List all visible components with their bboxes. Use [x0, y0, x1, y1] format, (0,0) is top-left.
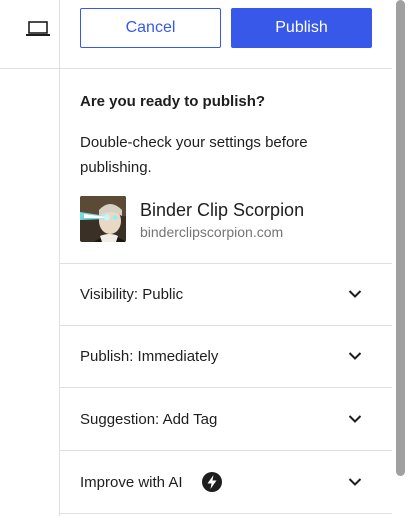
site-avatar	[80, 196, 126, 242]
panel-row-publish-time[interactable]: Publish: Immediately	[60, 326, 393, 388]
publish-button[interactable]: Publish	[231, 8, 372, 48]
editor-strip	[0, 0, 59, 516]
editor-toolbar	[0, 0, 59, 69]
chevron-down-icon	[348, 352, 362, 360]
publish-screen: Cancel Publish Are you ready to publish?…	[0, 0, 408, 516]
panel-row-label: Visibility: Public	[80, 286, 184, 303]
panel-row-visibility[interactable]: Visibility: Public	[60, 264, 393, 326]
site-name: Binder Clip Scorpion	[140, 200, 305, 220]
publish-panel: Cancel Publish Are you ready to publish?…	[59, 0, 393, 516]
scrollbar-thumb[interactable]	[396, 0, 405, 476]
panel-row-improve-ai[interactable]: Improve with AI	[60, 452, 393, 514]
panel-row-label: Publish: Immediately	[80, 348, 219, 365]
publish-panel-header: Cancel Publish	[60, 0, 393, 69]
chevron-down-icon	[348, 478, 362, 486]
lightning-icon	[202, 472, 222, 492]
panel-row-label: Suggestion: Add Tag	[80, 411, 218, 428]
panel-row-label: Improve with AI	[80, 474, 183, 491]
chevron-down-icon	[348, 290, 362, 298]
site-card: Binder Clip Scorpion binderclipscorpion.…	[80, 196, 370, 242]
prepublish-description: Double-check your settings before publis…	[80, 134, 308, 176]
prepublish-intro: Are you ready to publish? Double-check y…	[60, 69, 393, 264]
prepublish-title: Are you ready to publish?	[80, 93, 266, 110]
site-url: binderclipscorpion.com	[140, 224, 284, 240]
panel-row-suggestion[interactable]: Suggestion: Add Tag	[60, 389, 393, 451]
chevron-down-icon	[348, 415, 362, 423]
cancel-button[interactable]: Cancel	[80, 8, 221, 48]
laptop-icon[interactable]	[26, 20, 50, 38]
